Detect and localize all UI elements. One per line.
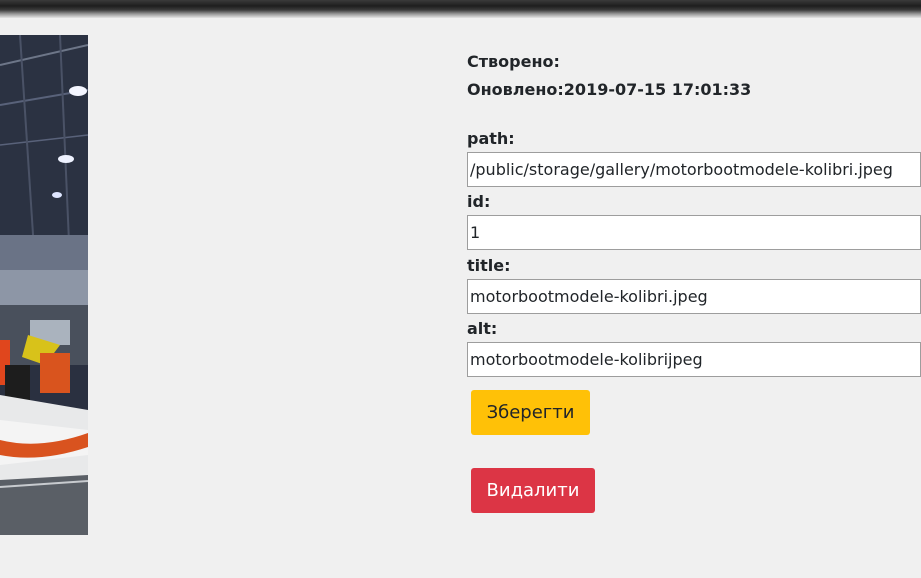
title-label: title: xyxy=(467,256,511,275)
timestamps-block: Створено: Оновлено:2019-07-15 17:01:33 xyxy=(467,51,751,107)
save-button[interactable]: Зберегти xyxy=(471,390,590,435)
created-line: Створено: xyxy=(467,51,751,79)
delete-button[interactable]: Видалити xyxy=(471,468,595,513)
id-label: id: xyxy=(467,192,491,211)
path-input[interactable] xyxy=(467,152,921,187)
path-label: path: xyxy=(467,129,515,148)
updated-value: 2019-07-15 17:01:33 xyxy=(563,80,752,99)
updated-label: Оновлено: xyxy=(467,80,564,99)
id-input[interactable] xyxy=(467,215,921,250)
header-shadow-bar xyxy=(0,0,921,18)
title-input[interactable] xyxy=(467,279,921,314)
gallery-image-preview xyxy=(0,35,88,535)
updated-line: Оновлено:2019-07-15 17:01:33 xyxy=(467,79,751,107)
created-label: Створено: xyxy=(467,52,560,71)
alt-input[interactable] xyxy=(467,342,921,377)
alt-label: alt: xyxy=(467,319,498,338)
